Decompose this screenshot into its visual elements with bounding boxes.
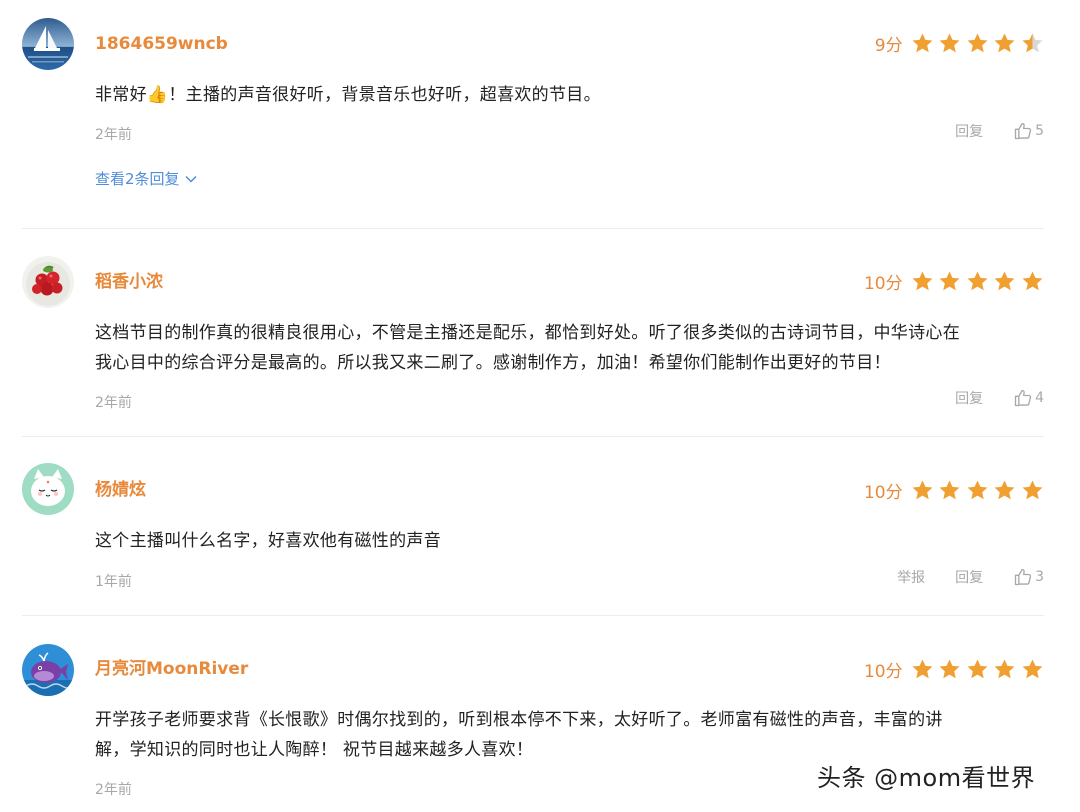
star-icon <box>994 270 1015 290</box>
review-content: 开学孩子老师要求背《长恨歌》时偶尔找到的，听到根本停不下来，太好听了。老师富有磁… <box>95 705 1045 765</box>
view-replies-label: 查看2条回复 <box>95 170 180 188</box>
score: 10分 <box>863 482 903 503</box>
star-rating <box>911 270 1044 293</box>
like-count: 3 <box>1035 569 1044 585</box>
star-rating <box>911 479 1044 502</box>
star-icon <box>939 658 960 678</box>
like-button[interactable]: 4 <box>1013 388 1044 408</box>
star-rating <box>911 658 1044 681</box>
cat-avatar[interactable] <box>22 463 74 515</box>
like-count: 4 <box>1035 390 1044 406</box>
sailboat-avatar[interactable] <box>22 18 74 70</box>
score: 9分 <box>874 35 903 56</box>
rating: 10分 <box>864 656 1044 682</box>
star-icon <box>939 270 960 290</box>
reply-button[interactable]: 回复 <box>955 121 983 141</box>
content-line: 这档节目的制作真的很精良很用心，不管是主播还是配乐，都恰到好处。听了很多类似的古… <box>95 323 960 343</box>
content-text: ！主播的声音很好听，背景音乐也好听，超喜欢的节目。 <box>168 85 601 105</box>
username[interactable]: 1864659wncb <box>95 33 228 55</box>
whale-avatar[interactable] <box>22 644 74 696</box>
rating: 10分 <box>864 268 1044 294</box>
review-item: 1864659wncb 9分 非常好👍！主播的声音很好听，背景音乐也好听，超喜欢… <box>22 16 1044 216</box>
report-button[interactable]: 举报 <box>897 567 925 587</box>
star-rating <box>911 32 1044 55</box>
timestamp: 1年前 <box>95 574 132 590</box>
star-icon <box>912 270 933 290</box>
star-icon <box>967 270 988 290</box>
thumbs-up-icon <box>1014 122 1032 140</box>
star-icon <box>967 479 988 499</box>
username[interactable]: 杨婧炫 <box>95 479 146 501</box>
review-content: 非常好👍！主播的声音很好听，背景音乐也好听，超喜欢的节目。 <box>95 80 1045 110</box>
thumbs-up-emoji: 👍 <box>146 85 169 105</box>
content-line: 开学孩子老师要求背《长恨歌》时偶尔找到的，听到根本停不下来，太好听了。老师富有磁… <box>95 710 943 730</box>
divider <box>22 436 1044 437</box>
star-icon <box>967 658 988 678</box>
star-icon <box>994 658 1015 678</box>
review-actions: 回复 5 <box>955 121 1044 141</box>
review-content: 这个主播叫什么名字，好喜欢他有磁性的声音 <box>95 531 441 551</box>
divider <box>22 615 1044 616</box>
star-icon <box>912 479 933 499</box>
star-icon <box>939 479 960 499</box>
reply-button[interactable]: 回复 <box>955 388 983 408</box>
berries-avatar[interactable] <box>22 256 74 308</box>
review-item: 杨婧炫 10分 这个主播叫什么名字，好喜欢他有磁性的声音 1年前 举报 回复 3 <box>22 463 1044 603</box>
review-content: 这档节目的制作真的很精良很用心，不管是主播还是配乐，都恰到好处。听了很多类似的古… <box>95 318 1045 378</box>
reply-button[interactable]: 回复 <box>955 567 983 587</box>
review-actions: 回复 4 <box>955 388 1044 408</box>
star-icon <box>967 32 988 52</box>
username[interactable]: 月亮河MoonRiver <box>95 658 248 680</box>
rating: 10分 <box>864 477 1044 503</box>
like-button[interactable]: 3 <box>1013 567 1044 587</box>
score: 10分 <box>863 273 903 294</box>
star-icon <box>1022 270 1043 290</box>
chevron-down-icon <box>185 175 197 183</box>
rating: 9分 <box>875 30 1044 56</box>
star-icon <box>1022 479 1043 499</box>
review-actions: 举报 回复 3 <box>897 567 1044 587</box>
timestamp: 2年前 <box>95 782 132 798</box>
half-star-icon <box>1022 32 1043 52</box>
timestamp: 2年前 <box>95 395 132 411</box>
like-count: 5 <box>1035 123 1044 139</box>
content-text: 非常好 <box>95 85 147 105</box>
review-item: 稻香小浓 10分 这档节目的制作真的很精良很用心，不管是主播还是配乐，都恰到好处… <box>22 254 1044 424</box>
divider <box>22 228 1044 229</box>
star-icon <box>994 32 1015 52</box>
watermark: 头条 @mom看世界 <box>817 764 1036 792</box>
score: 10分 <box>863 661 903 682</box>
star-icon <box>912 658 933 678</box>
thumbs-up-icon <box>1014 389 1032 407</box>
like-button[interactable]: 5 <box>1013 121 1044 141</box>
star-icon <box>1022 658 1043 678</box>
star-icon <box>912 32 933 52</box>
content-line: 我心目中的综合评分是最高的。所以我又来二刷了。感谢制作方，加油！希望你们能制作出… <box>95 353 891 373</box>
timestamp: 2年前 <box>95 127 132 143</box>
thumbs-up-icon <box>1014 568 1032 586</box>
view-replies-link[interactable]: 查看2条回复 <box>95 168 198 189</box>
star-icon <box>939 32 960 52</box>
username[interactable]: 稻香小浓 <box>95 271 163 293</box>
star-icon <box>994 479 1015 499</box>
